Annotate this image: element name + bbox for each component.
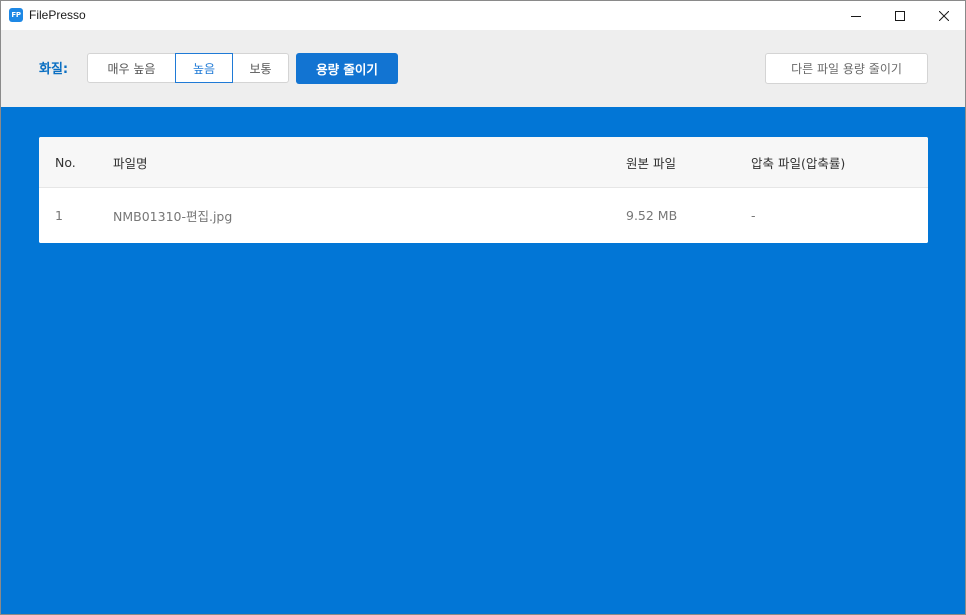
- close-icon: [939, 10, 949, 21]
- maximize-icon: [895, 10, 905, 21]
- compress-button[interactable]: 용량 줄이기: [296, 53, 398, 84]
- close-button[interactable]: [921, 1, 965, 30]
- minimize-button[interactable]: [833, 1, 879, 30]
- row-filename: NMB01310-편집.jpg: [113, 209, 233, 224]
- quality-label: 화질:: [39, 62, 69, 77]
- table-header: No. 파일명 원본 파일 압축 파일(압축률): [39, 137, 928, 188]
- row-compressed-size: -: [751, 208, 756, 223]
- title-bar[interactable]: FP FilePresso: [1, 1, 965, 30]
- quality-option-very-high[interactable]: 매우 높음: [87, 53, 176, 83]
- row-no: 1: [55, 208, 63, 223]
- compress-other-file-button[interactable]: 다른 파일 용량 줄이기: [765, 53, 928, 84]
- app-logo-icon: FP: [9, 8, 23, 22]
- minimize-icon: [851, 15, 861, 17]
- header-filename: 파일명: [113, 155, 148, 171]
- file-table: No. 파일명 원본 파일 압축 파일(압축률) 1 NMB01310-편집.j…: [39, 137, 928, 243]
- header-original-file: 원본 파일: [626, 155, 676, 171]
- maximize-button[interactable]: [877, 1, 923, 30]
- header-no: No.: [55, 154, 76, 170]
- header-compressed-file: 압축 파일(압축률): [751, 155, 846, 171]
- toolbar: 화질: 매우 높음 높음 보통 용량 줄이기 다른 파일 용량 줄이기: [1, 30, 965, 107]
- app-window: FP FilePresso 화질: 매우 높음 높음 보통 용량 줄이기 다른 …: [0, 0, 966, 615]
- window-title: FilePresso: [29, 8, 86, 22]
- quality-option-normal[interactable]: 보통: [232, 53, 289, 83]
- quality-option-high[interactable]: 높음: [175, 53, 233, 83]
- table-row[interactable]: 1 NMB01310-편집.jpg 9.52 MB -: [39, 188, 928, 243]
- row-original-size: 9.52 MB: [626, 208, 678, 223]
